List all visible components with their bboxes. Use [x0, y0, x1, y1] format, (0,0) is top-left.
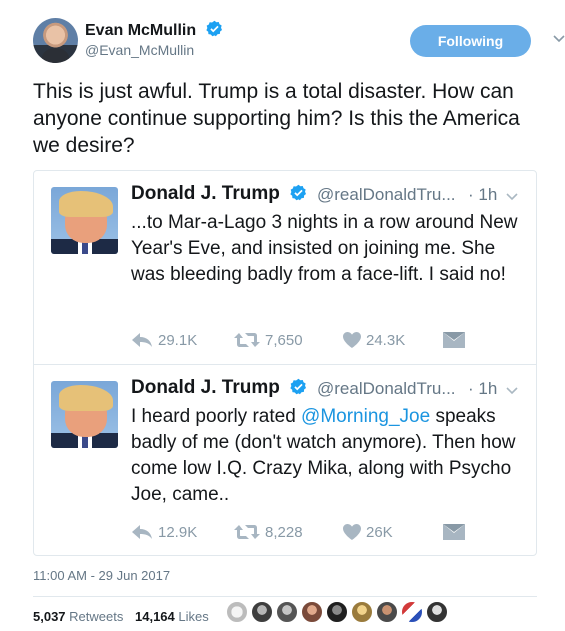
- heart-icon: [343, 524, 361, 540]
- tweet-stats: 5,037 Retweets 14,164 Likes: [33, 609, 209, 624]
- avatar[interactable]: [376, 601, 398, 623]
- tweet-timestamp[interactable]: 11:00 AM - 29 Jun 2017: [33, 568, 170, 583]
- quoted-tweet-text: ...to Mar-a-Lago 3 nights in a row aroun…: [131, 210, 526, 288]
- reply-count: 12.9K: [158, 523, 198, 541]
- verified-icon: [290, 378, 307, 395]
- tweet-actions: 12.9K 8,228 26K: [131, 522, 471, 542]
- author-name[interactable]: Evan McMullin: [85, 20, 223, 40]
- heart-icon: [343, 332, 361, 348]
- retweet-icon: [234, 333, 260, 347]
- avatar[interactable]: [351, 601, 373, 623]
- like-button[interactable]: 26K: [343, 522, 393, 542]
- tweet-header: Evan McMullin @Evan_McMullin Following: [33, 18, 565, 68]
- retweets-label: Retweets: [69, 609, 124, 624]
- likes-stat[interactable]: 14,164 Likes: [135, 609, 209, 624]
- retweets-count: 5,037: [33, 609, 66, 624]
- reply-button[interactable]: 12.9K: [131, 522, 197, 542]
- like-count: 24.3K: [366, 331, 406, 349]
- quoted-author-name-text[interactable]: Donald J. Trump: [131, 183, 280, 204]
- dm-icon: [443, 524, 465, 540]
- quoted-time[interactable]: · 1h: [468, 379, 497, 399]
- quoted-author-handle[interactable]: @realDonaldTru...: [317, 379, 456, 399]
- mention-link[interactable]: @Morning_Joe: [301, 406, 430, 427]
- chevron-down-icon[interactable]: [505, 191, 519, 203]
- quoted-author-name[interactable]: Donald J. Trump: [131, 377, 307, 399]
- reply-icon: [132, 333, 152, 347]
- verified-icon: [290, 184, 307, 201]
- avatar[interactable]: [426, 601, 448, 623]
- likes-label: Likes: [178, 609, 209, 624]
- avatar[interactable]: [401, 601, 423, 623]
- quoted-text-before: ...to Mar-a-Lago 3 nights in a row aroun…: [131, 212, 518, 285]
- retweet-count: 7,650: [265, 331, 303, 349]
- dm-button[interactable]: [443, 330, 470, 350]
- divider: [33, 596, 537, 597]
- avatar[interactable]: [301, 601, 323, 623]
- quoted-text-before: I heard poorly rated: [131, 406, 302, 427]
- avatar[interactable]: [51, 187, 118, 254]
- quoted-tweets-card[interactable]: Donald J. Trump @realDonaldTru... · 1h .…: [33, 170, 537, 556]
- avatar[interactable]: [251, 601, 273, 623]
- avatar[interactable]: [226, 601, 248, 623]
- avatar[interactable]: [33, 18, 78, 63]
- avatar[interactable]: [326, 601, 348, 623]
- retweet-button[interactable]: 7,650: [234, 330, 303, 350]
- retweet-icon: [234, 525, 260, 539]
- chevron-down-icon[interactable]: [552, 32, 565, 46]
- like-button[interactable]: 24.3K: [343, 330, 405, 350]
- reply-count: 29.1K: [158, 331, 198, 349]
- retweet-count: 8,228: [265, 523, 303, 541]
- avatar[interactable]: [276, 601, 298, 623]
- tweet-text: This is just awful. Trump is a total dis…: [33, 80, 520, 157]
- reply-icon: [132, 525, 152, 539]
- author-name-text[interactable]: Evan McMullin: [85, 22, 196, 39]
- like-count: 26K: [366, 523, 393, 541]
- author-handle[interactable]: @Evan_McMullin: [85, 42, 194, 58]
- quoted-author-handle[interactable]: @realDonaldTru...: [317, 185, 456, 205]
- retweet-button[interactable]: 8,228: [234, 522, 303, 542]
- following-button[interactable]: Following: [410, 25, 531, 57]
- quoted-tweet[interactable]: Donald J. Trump @realDonaldTru... · 1h .…: [34, 171, 536, 364]
- quoted-tweet-text: I heard poorly rated @Morning_Joe speaks…: [131, 404, 526, 508]
- quoted-author-name-text[interactable]: Donald J. Trump: [131, 377, 280, 398]
- quoted-time[interactable]: · 1h: [468, 185, 497, 205]
- chevron-down-icon[interactable]: [505, 385, 519, 397]
- retweets-stat[interactable]: 5,037 Retweets: [33, 609, 123, 624]
- reply-button[interactable]: 29.1K: [131, 330, 197, 350]
- verified-icon: [205, 20, 222, 37]
- tweet-actions: 29.1K 7,650 24.3K: [131, 330, 471, 350]
- dm-icon: [443, 332, 465, 348]
- dm-button[interactable]: [443, 522, 470, 542]
- quoted-tweet[interactable]: Donald J. Trump @realDonaldTru... · 1h I…: [34, 364, 536, 555]
- quoted-author-name[interactable]: Donald J. Trump: [131, 183, 307, 205]
- avatar[interactable]: [51, 381, 118, 448]
- likes-count: 14,164: [135, 609, 175, 624]
- liker-avatars: [226, 601, 451, 625]
